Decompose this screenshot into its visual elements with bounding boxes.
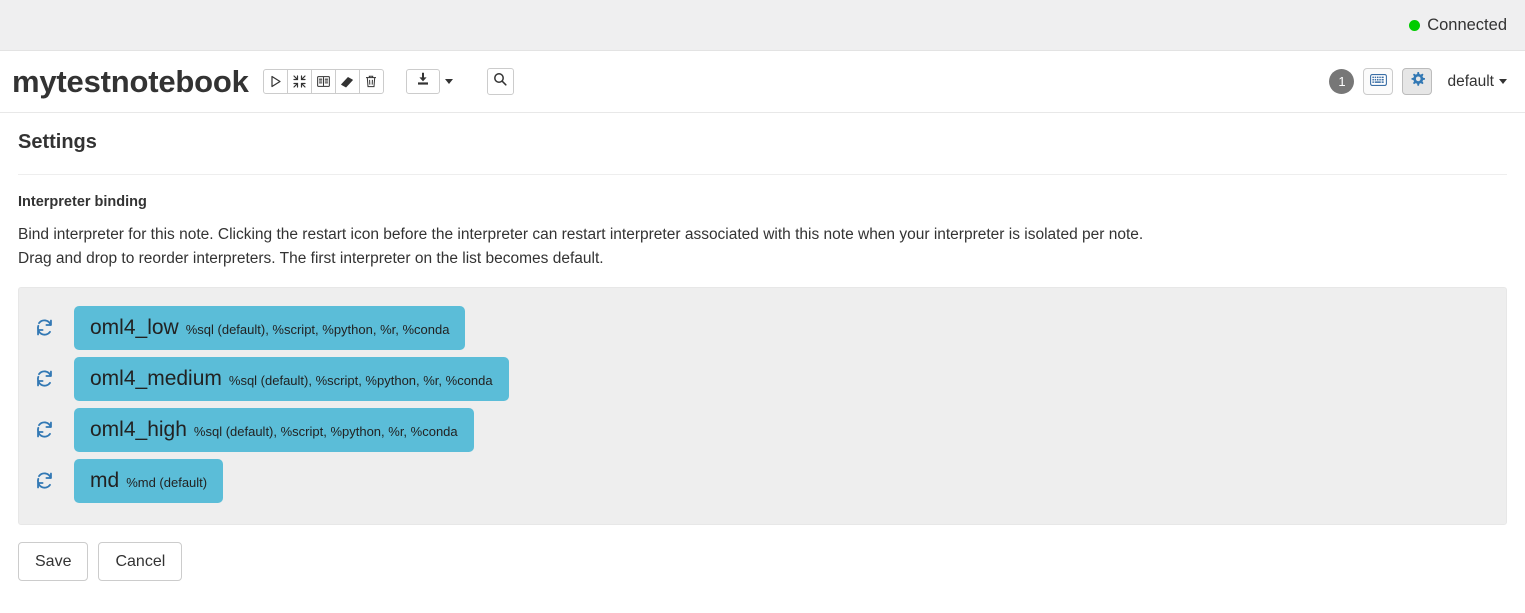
collapse-all-button[interactable] [286, 69, 312, 94]
interpreter-row: oml4_medium %sql (default), %script, %py… [19, 353, 1506, 404]
interpreter-binding-label: Interpreter binding [18, 194, 147, 210]
revision-count-badge[interactable]: 1 [1329, 69, 1355, 94]
interpreter-bindings: %sql (default), %script, %python, %r, %c… [185, 321, 450, 337]
interpreter-pill[interactable]: oml4_high %sql (default), %script, %pyth… [74, 407, 474, 452]
connection-status-dot [1409, 19, 1421, 31]
interpreter-name: oml4_high [90, 417, 187, 441]
notebook-settings-button[interactable] [1402, 68, 1433, 95]
restart-refresh-icon[interactable] [31, 471, 57, 490]
caret-down-icon [1499, 79, 1507, 84]
connection-status-label: Connected [1427, 15, 1507, 34]
delete-notebook-button[interactable] [358, 69, 384, 94]
search-icon [493, 72, 507, 91]
interpreter-bindings: %md (default) [126, 474, 208, 490]
interpreter-pill[interactable]: oml4_medium %sql (default), %script, %py… [74, 356, 509, 401]
restart-refresh-icon[interactable] [31, 420, 57, 439]
search-notebook-button[interactable] [486, 68, 514, 95]
caret-down-icon [444, 79, 453, 84]
notebook-toolbar [262, 69, 384, 94]
clear-output-button[interactable] [334, 69, 360, 94]
show-hide-code-button[interactable] [310, 69, 336, 94]
interpreter-row: md %md (default) [19, 455, 1506, 506]
notebook-header: mytestnotebook 1 default [0, 51, 1525, 113]
export-download-icon [416, 72, 430, 91]
eraser-icon [340, 75, 354, 88]
top-status-bar: Connected [0, 0, 1525, 51]
settings-section: Settings Interpreter binding Bind interp… [0, 113, 1525, 581]
interpreter-binding-description-line-2: Drag and drop to reorder interpreters. T… [18, 250, 604, 267]
settings-divider [18, 174, 1507, 175]
header-right-controls: 1 default [1329, 68, 1507, 95]
collapse-arrows-icon [293, 75, 306, 88]
interpreter-name: md [90, 468, 120, 492]
keyboard-shortcuts-button[interactable] [1363, 68, 1394, 95]
interpreter-binding-list: oml4_low %sql (default), %script, %pytho… [18, 287, 1507, 525]
restart-refresh-icon[interactable] [31, 369, 57, 388]
interpreter-row: oml4_high %sql (default), %script, %pyth… [19, 404, 1506, 455]
interpreter-bindings: %sql (default), %script, %python, %r, %c… [193, 423, 458, 439]
trash-icon [365, 75, 377, 88]
interpreter-name: oml4_low [90, 315, 179, 339]
connection-status: Connected [1409, 16, 1507, 35]
save-button[interactable]: Save [18, 542, 89, 581]
interpreter-select-dropdown[interactable]: default [1447, 73, 1507, 91]
interpreter-bindings: %sql (default), %script, %python, %r, %c… [228, 372, 493, 388]
export-notebook-button[interactable] [405, 69, 440, 94]
interpreter-select-value: default [1447, 72, 1494, 90]
cancel-button[interactable]: Cancel [98, 542, 183, 581]
interpreter-pill[interactable]: md %md (default) [74, 458, 224, 503]
interpreter-pill[interactable]: oml4_low %sql (default), %script, %pytho… [74, 305, 466, 350]
settings-title: Settings [18, 131, 97, 153]
run-all-paragraphs-button[interactable] [262, 69, 288, 94]
play-icon [269, 75, 282, 88]
settings-actions: Save Cancel [18, 542, 1507, 581]
notebook-title[interactable]: mytestnotebook [12, 64, 249, 100]
keyboard-icon [1370, 73, 1387, 91]
gear-icon [1410, 71, 1425, 92]
restart-refresh-icon[interactable] [31, 318, 57, 337]
export-group [405, 69, 458, 94]
interpreter-binding-description-line-1: Bind interpreter for this note. Clicking… [18, 226, 1144, 243]
interpreter-name: oml4_medium [90, 366, 222, 390]
export-dropdown-toggle[interactable] [440, 69, 458, 94]
book-icon [316, 75, 330, 88]
interpreter-row: oml4_low %sql (default), %script, %pytho… [19, 302, 1506, 353]
